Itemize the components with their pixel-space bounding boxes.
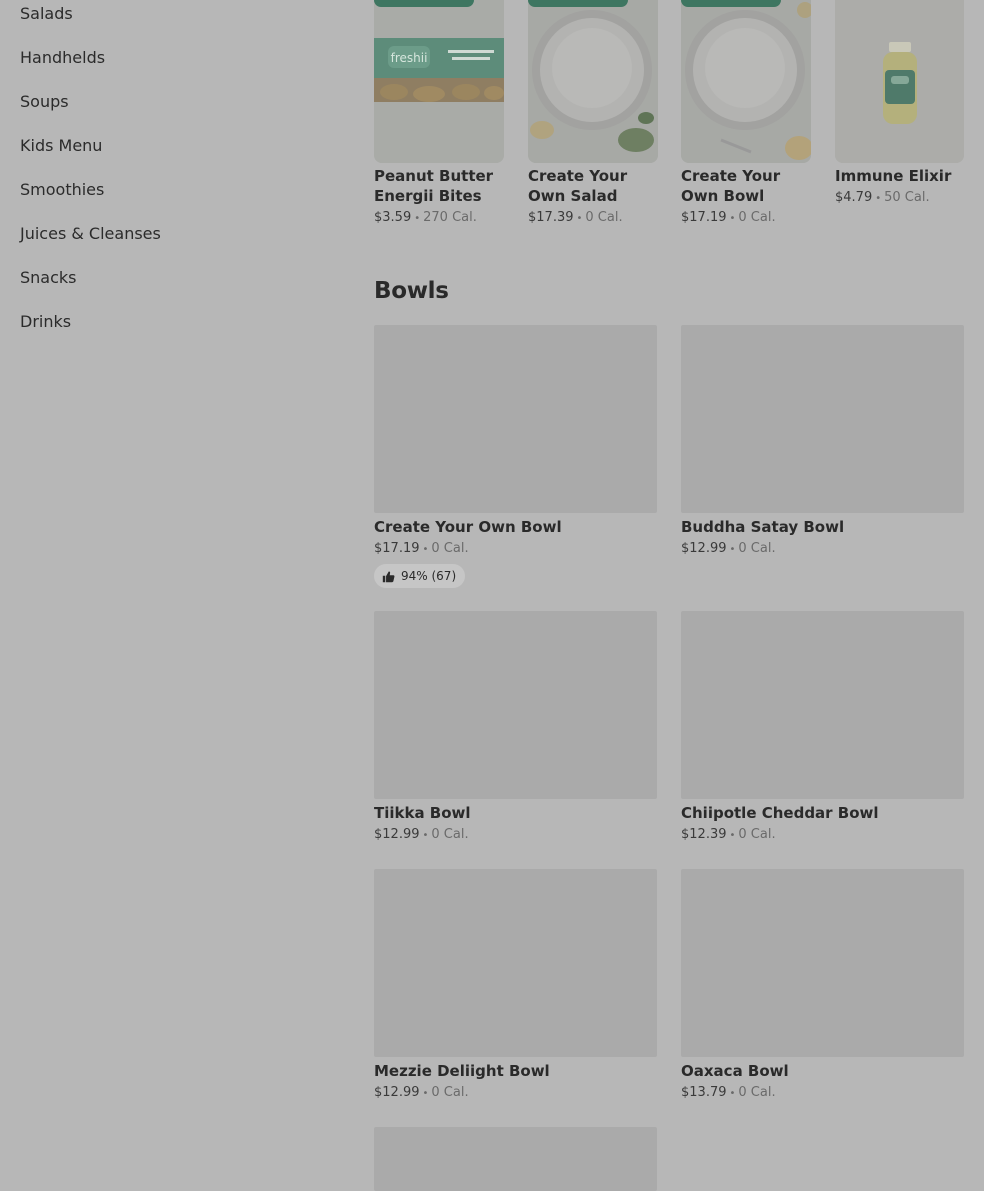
separator-dot: • xyxy=(729,1088,736,1099)
separator-dot: • xyxy=(422,1088,429,1099)
featured-item-meta: $4.79 • 50 Cal. xyxy=(835,190,930,205)
bowl-image xyxy=(681,0,811,163)
separator-dot: • xyxy=(414,213,421,224)
bowl-name: Create Your Own Bowl xyxy=(374,518,562,536)
elixir-bottle-image xyxy=(835,0,964,163)
price: $17.19 xyxy=(374,541,420,556)
featured-item-name: Immune Elixir xyxy=(835,167,952,185)
separator-dot: • xyxy=(422,830,429,841)
bowl-name: Buddha Satay Bowl xyxy=(681,518,845,536)
bowl-image-placeholder xyxy=(681,325,964,513)
separator-dot: • xyxy=(422,544,429,555)
calories: 270 Cal. xyxy=(423,210,477,225)
featured-items-row: freshii Peanut Butter Energii Bites $3.5… xyxy=(374,0,964,240)
calories: 0 Cal. xyxy=(431,541,469,556)
bowl-card-tiikka-bowl[interactable]: Tiikka Bowl $12.99 • 0 Cal. xyxy=(374,611,657,851)
bowl-image-placeholder xyxy=(374,869,657,1057)
calories: 0 Cal. xyxy=(738,541,776,556)
rating-text: 94% (67) xyxy=(401,569,457,583)
separator-dot: • xyxy=(576,213,583,224)
price: $3.59 xyxy=(374,210,412,225)
sidebar-item-drinks[interactable]: Drinks xyxy=(20,312,71,332)
sidebar-item-soups[interactable]: Soups xyxy=(20,92,69,112)
bowl-image-placeholder xyxy=(681,611,964,799)
calories: 50 Cal. xyxy=(884,190,930,205)
sidebar-item-salads[interactable]: Salads xyxy=(20,4,73,24)
bowl-meta: $12.39 • 0 Cal. xyxy=(681,827,776,842)
freshii-logo-text: freshii xyxy=(391,51,428,65)
rating-badge: 94% (67) xyxy=(374,564,466,588)
calories: 0 Cal. xyxy=(738,827,776,842)
bowl-name: Mezzie Deliight Bowl xyxy=(374,1062,550,1080)
sidebar-item-smoothies[interactable]: Smoothies xyxy=(20,180,104,200)
price: $17.39 xyxy=(528,210,574,225)
calories: 0 Cal. xyxy=(585,210,623,225)
bowl-meta: $13.79 • 0 Cal. xyxy=(681,1085,776,1100)
price: $13.79 xyxy=(681,1085,727,1100)
featured-item-name: Peanut Butter Energii Bites xyxy=(374,167,494,205)
featured-item-image xyxy=(528,0,658,163)
bowl-meta: $12.99 • 0 Cal. xyxy=(681,541,776,556)
salad-bowl-image xyxy=(528,0,658,163)
featured-item-image xyxy=(681,0,811,163)
bowl-image-placeholder xyxy=(374,325,657,513)
calories: 0 Cal. xyxy=(738,1085,776,1100)
calories: 0 Cal. xyxy=(431,827,469,842)
bowl-image-placeholder xyxy=(374,611,657,799)
bowl-name: Chiipotle Cheddar Bowl xyxy=(681,804,879,822)
price: $12.39 xyxy=(681,827,727,842)
featured-item-meta: $17.39 • 0 Cal. xyxy=(528,210,623,225)
bowl-meta: $17.19 • 0 Cal. xyxy=(374,541,469,556)
sidebar-item-kids-menu[interactable]: Kids Menu xyxy=(20,136,102,156)
featured-item-meta: $17.19 • 0 Cal. xyxy=(681,210,776,225)
bowl-card-mezzie-deliight-bowl[interactable]: Mezzie Deliight Bowl $12.99 • 0 Cal. xyxy=(374,869,657,1109)
bowl-card-buddha-satay-bowl[interactable]: Buddha Satay Bowl $12.99 • 0 Cal. xyxy=(681,325,964,565)
bowl-card-partial[interactable] xyxy=(374,1127,657,1191)
energii-bites-box-image: freshii xyxy=(374,0,504,163)
sidebar-item-juices-cleanses[interactable]: Juices & Cleanses xyxy=(20,224,161,244)
bowl-image-placeholder xyxy=(374,1127,657,1191)
sidebar-item-handhelds[interactable]: Handhelds xyxy=(20,48,105,68)
bowl-card-oaxaca-bowl[interactable]: Oaxaca Bowl $13.79 • 0 Cal. xyxy=(681,869,964,1109)
featured-item-name: Create Your Own Salad xyxy=(528,167,628,205)
bowl-image-placeholder xyxy=(681,869,964,1057)
featured-item-image: freshii xyxy=(374,0,504,163)
bowl-card-chiipotle-cheddar-bowl[interactable]: Chiipotle Cheddar Bowl $12.39 • 0 Cal. xyxy=(681,611,964,851)
separator-dot: • xyxy=(729,213,736,224)
featured-badge xyxy=(528,0,628,7)
price: $12.99 xyxy=(374,827,420,842)
calories: 0 Cal. xyxy=(431,1085,469,1100)
price: $17.19 xyxy=(681,210,727,225)
featured-badge xyxy=(681,0,781,7)
sidebar-item-snacks[interactable]: Snacks xyxy=(20,268,77,288)
featured-item-image xyxy=(835,0,964,163)
price: $12.99 xyxy=(681,541,727,556)
thumbs-up-icon xyxy=(382,571,395,582)
section-title-bowls: Bowls xyxy=(374,278,449,304)
price: $4.79 xyxy=(835,190,873,205)
bowl-name: Tiikka Bowl xyxy=(374,804,471,822)
bowl-meta: $12.99 • 0 Cal. xyxy=(374,1085,469,1100)
separator-dot: • xyxy=(729,830,736,841)
featured-badge xyxy=(374,0,474,7)
separator-dot: • xyxy=(875,193,882,204)
featured-item-meta: $3.59 • 270 Cal. xyxy=(374,210,477,225)
calories: 0 Cal. xyxy=(738,210,776,225)
bowl-card-create-your-own-bowl[interactable]: Create Your Own Bowl $17.19 • 0 Cal. 94% (… xyxy=(374,325,657,590)
separator-dot: • xyxy=(729,544,736,555)
price: $12.99 xyxy=(374,1085,420,1100)
bowl-meta: $12.99 • 0 Cal. xyxy=(374,827,469,842)
bowl-name: Oaxaca Bowl xyxy=(681,1062,789,1080)
featured-item-name: Create Your Own Bowl xyxy=(681,167,781,205)
